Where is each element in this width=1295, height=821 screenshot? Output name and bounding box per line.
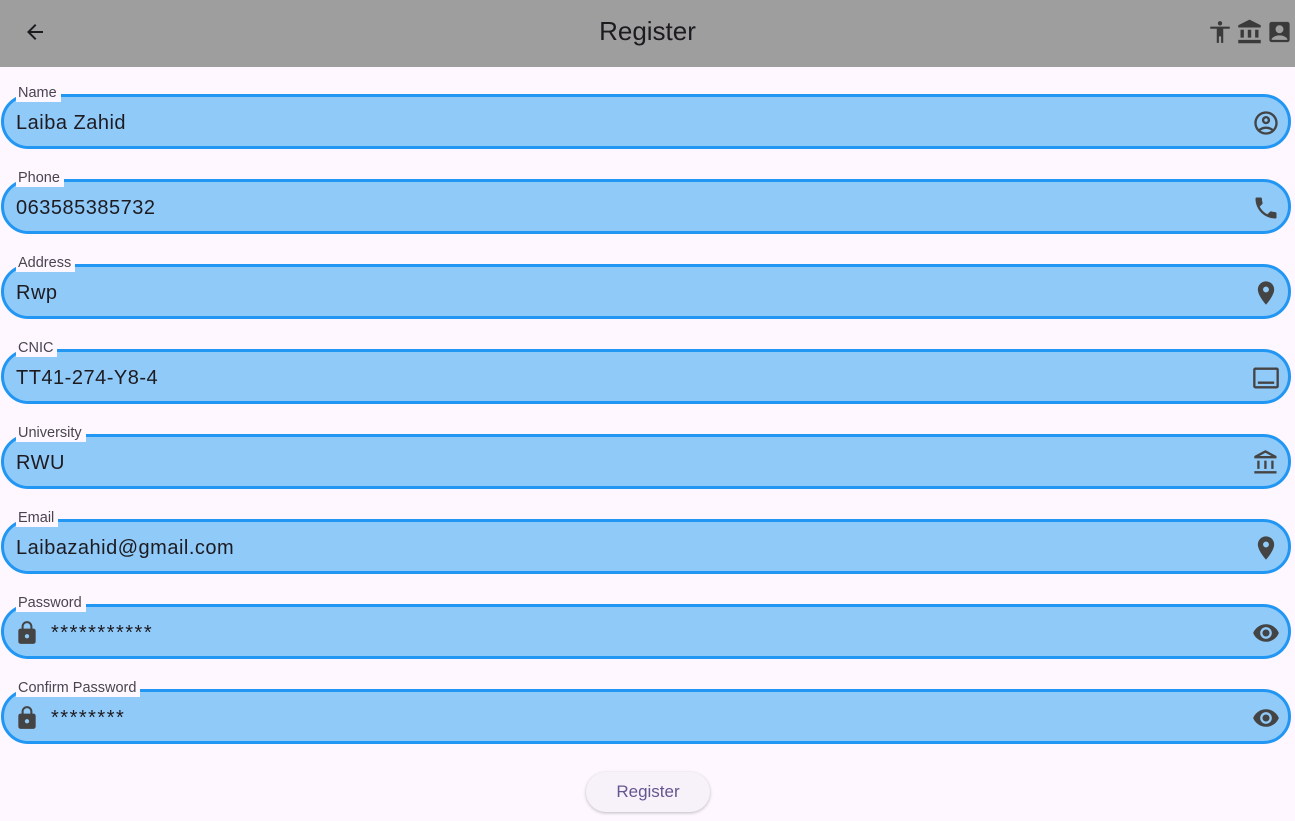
eye-icon bbox=[1253, 709, 1279, 727]
page-title: Register bbox=[599, 16, 696, 46]
email-label: Email bbox=[16, 510, 59, 527]
password-input[interactable]: *********** bbox=[51, 622, 153, 644]
name-field[interactable]: Name Laiba Zahid bbox=[1, 85, 1291, 149]
register-button[interactable]: Register bbox=[586, 772, 710, 812]
email-field[interactable]: Email Laibazahid@gmail.com bbox=[1, 510, 1291, 574]
confirm-password-visibility-toggle[interactable] bbox=[1252, 704, 1280, 732]
university-button[interactable] bbox=[1236, 18, 1263, 46]
arrow-back-icon bbox=[27, 24, 43, 40]
cnic-label: CNIC bbox=[16, 340, 58, 357]
confirm-password-field[interactable]: Confirm Password ******** bbox=[1, 680, 1291, 744]
name-suffix bbox=[1252, 109, 1280, 137]
contact-card-icon bbox=[1269, 21, 1290, 43]
confirm-password-prefix bbox=[14, 704, 40, 732]
phone-field[interactable]: Phone 063585385732 bbox=[1, 170, 1291, 234]
eye-icon bbox=[1253, 624, 1279, 642]
name-label: Name bbox=[16, 85, 61, 102]
bank-icon bbox=[1254, 450, 1277, 474]
location-pin-icon bbox=[1257, 536, 1275, 560]
address-label: Address bbox=[16, 255, 76, 272]
university-suffix bbox=[1252, 449, 1280, 477]
phone-icon bbox=[1255, 197, 1277, 219]
accessibility-button[interactable] bbox=[1206, 18, 1233, 46]
cnic-field[interactable]: CNIC TT41-274-Y8-4 bbox=[1, 340, 1291, 404]
location-pin-icon bbox=[1257, 281, 1275, 305]
university-field[interactable]: University RWU bbox=[1, 425, 1291, 489]
profile-button[interactable] bbox=[1266, 18, 1293, 46]
name-input[interactable]: Laiba Zahid bbox=[16, 112, 126, 134]
phone-label: Phone bbox=[16, 170, 64, 187]
password-visibility-toggle[interactable] bbox=[1252, 619, 1280, 647]
address-field[interactable]: Address Rwp bbox=[1, 255, 1291, 319]
lock-icon bbox=[18, 706, 36, 729]
email-input[interactable]: Laibazahid@gmail.com bbox=[16, 537, 234, 559]
back-button[interactable] bbox=[15, 12, 55, 52]
university-input[interactable]: RWU bbox=[16, 452, 65, 474]
password-prefix bbox=[14, 619, 40, 647]
address-input[interactable]: Rwp bbox=[16, 282, 58, 304]
account-circle-icon bbox=[1254, 111, 1278, 135]
cnic-suffix bbox=[1252, 364, 1280, 392]
email-suffix bbox=[1252, 534, 1280, 562]
address-suffix bbox=[1252, 279, 1280, 307]
phone-input[interactable]: 063585385732 bbox=[16, 197, 155, 219]
card-icon bbox=[1253, 367, 1279, 389]
phone-suffix bbox=[1252, 194, 1280, 222]
bank-icon bbox=[1238, 19, 1261, 44]
university-label: University bbox=[16, 425, 86, 442]
confirm-password-label: Confirm Password bbox=[16, 680, 141, 697]
lock-icon bbox=[18, 621, 36, 644]
app-bar: Register bbox=[0, 0, 1295, 67]
password-field[interactable]: Password *********** bbox=[1, 595, 1291, 659]
accessibility-icon bbox=[1209, 21, 1230, 43]
cnic-input[interactable]: TT41-274-Y8-4 bbox=[16, 367, 158, 389]
password-label: Password bbox=[16, 595, 86, 612]
appbar-actions bbox=[1206, 17, 1293, 47]
confirm-password-input[interactable]: ******** bbox=[51, 707, 125, 729]
